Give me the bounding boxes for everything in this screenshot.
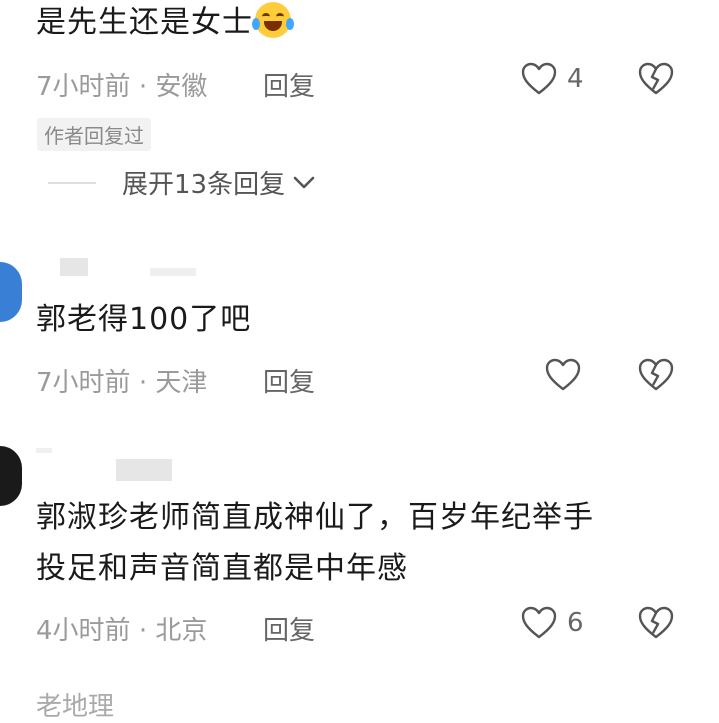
broken-heart-icon [638, 358, 674, 391]
avatar[interactable] [0, 446, 22, 506]
comment-3-text-line-2: 投足和声音简直都是中年感 [36, 551, 408, 586]
comment-3-like-count: 6 [567, 608, 584, 638]
avatar[interactable] [0, 262, 22, 322]
comment-3-time: 4小时前 [36, 616, 131, 646]
comment-2-meta: 7小时前 · 天津 [36, 362, 207, 399]
comment-1-time: 7小时前 [36, 72, 131, 102]
expand-replies-button[interactable]: 展开13条回复 [48, 164, 315, 201]
heart-outline-icon [545, 358, 581, 391]
meta-separator: · [138, 72, 148, 102]
comment-1-reply-button[interactable]: 回复 [263, 66, 315, 103]
comment-2-location: 天津 [155, 368, 208, 398]
comment-3-text-line-1: 郭淑珍老师简直成神仙了，百岁年纪举手 [36, 500, 594, 535]
meta-separator: · [138, 616, 148, 646]
comment-3-meta: 4小时前 · 北京 [36, 610, 207, 647]
comment-3-location: 北京 [155, 616, 208, 646]
broken-heart-icon [638, 606, 674, 639]
comment-1-text-row: 是先生还是女士 [36, 0, 294, 46]
comment-3-reply-button[interactable]: 回复 [263, 610, 315, 647]
comment-2-dislike-button[interactable] [638, 358, 674, 396]
comment-3-dislike-button[interactable] [638, 606, 674, 644]
meta-separator: · [138, 368, 148, 398]
expand-replies-label: 展开13条回复 [122, 170, 286, 200]
comment-1-like-button[interactable]: 4 [521, 62, 584, 96]
chevron-down-icon [293, 176, 315, 188]
comment-1-dislike-button[interactable] [638, 62, 674, 100]
comment-2-like-button[interactable] [545, 358, 581, 396]
comment-2-time: 7小时前 [36, 368, 131, 398]
laughing-tears-emoji-icon [252, 2, 294, 38]
expand-divider [48, 181, 96, 184]
username-redacted [116, 459, 172, 481]
username-redacted [150, 268, 196, 276]
username-redacted [60, 258, 88, 276]
comment-2-text: 郭老得100了吧 [36, 302, 252, 337]
next-comment-username[interactable]: 老地理 [36, 686, 114, 723]
comment-2-reply-button[interactable]: 回复 [263, 362, 315, 399]
broken-heart-icon [638, 62, 674, 95]
comment-1-like-count: 4 [567, 64, 584, 94]
heart-outline-icon [521, 62, 557, 95]
username-redacted [36, 448, 52, 453]
comment-3-like-button[interactable]: 6 [521, 606, 584, 640]
author-replied-badge: 作者回复过 [37, 118, 151, 151]
comment-1-meta: 7小时前 · 安徽 [36, 66, 207, 103]
heart-outline-icon [521, 606, 557, 639]
comment-1-text: 是先生还是女士 [36, 5, 253, 40]
comment-1-location: 安徽 [155, 72, 208, 102]
